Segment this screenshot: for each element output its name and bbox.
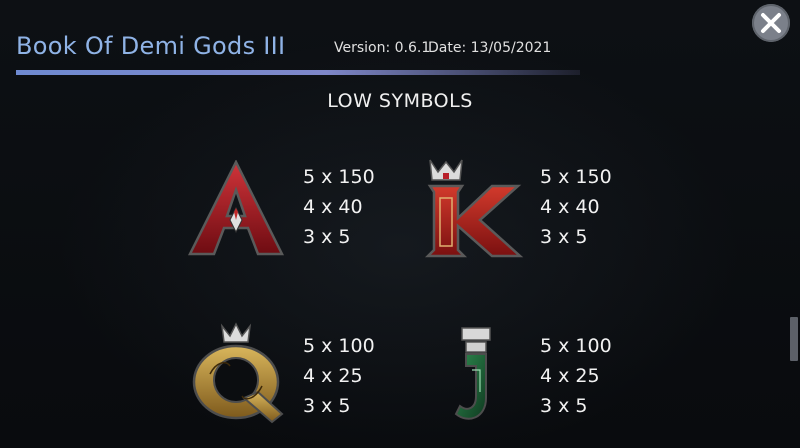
payout-5: 5 x 100 xyxy=(540,335,612,357)
payout-5: 5 x 100 xyxy=(303,335,375,357)
payout-3: 3 x 5 xyxy=(540,395,588,417)
payout-4: 4 x 25 xyxy=(540,365,600,387)
title-underline xyxy=(16,70,580,75)
payout-5: 5 x 150 xyxy=(303,166,375,188)
game-title: Book Of Demi Gods III xyxy=(16,32,286,60)
paytable-header: Book Of Demi Gods III Version: 0.6.1 Dat… xyxy=(16,26,776,76)
king-payouts: 5 x 150 4 x 40 3 x 5 xyxy=(540,162,612,252)
payout-3: 3 x 5 xyxy=(303,226,351,248)
queen-symbol-icon xyxy=(192,322,284,424)
jack-symbol-icon xyxy=(454,327,491,420)
payout-3: 3 x 5 xyxy=(540,226,588,248)
close-x-icon xyxy=(761,13,781,33)
jack-payouts: 5 x 100 4 x 25 3 x 5 xyxy=(540,331,612,421)
payout-3: 3 x 5 xyxy=(303,395,351,417)
scrollbar-thumb[interactable] xyxy=(790,317,798,361)
date-label: Date: 13/05/2021 xyxy=(428,40,552,56)
version-label: Version: 0.6.1 xyxy=(334,40,431,56)
ace-symbol-icon xyxy=(187,160,285,256)
payout-4: 4 x 40 xyxy=(540,196,600,218)
queen-payouts: 5 x 100 4 x 25 3 x 5 xyxy=(303,331,375,421)
payout-5: 5 x 150 xyxy=(540,166,612,188)
payout-4: 4 x 25 xyxy=(303,365,363,387)
ace-payouts: 5 x 150 4 x 40 3 x 5 xyxy=(303,162,375,252)
king-symbol-icon xyxy=(424,159,524,258)
payout-4: 4 x 40 xyxy=(303,196,363,218)
section-title: LOW SYMBOLS xyxy=(327,90,473,112)
close-button[interactable] xyxy=(752,4,790,42)
